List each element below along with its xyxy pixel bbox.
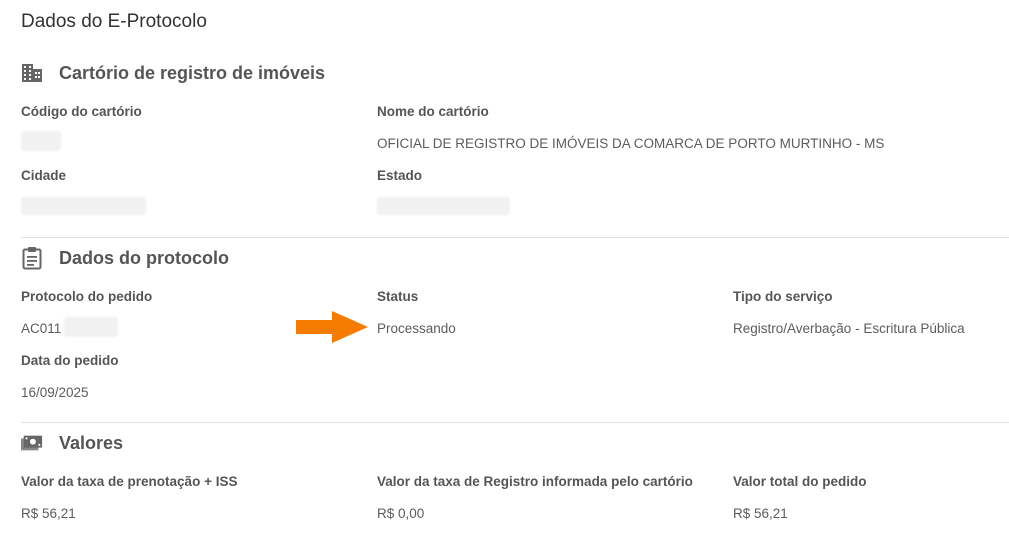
section-title-valores: Valores	[59, 432, 124, 453]
page-title: Dados do E-Protocolo	[21, 11, 207, 32]
building-icon	[21, 62, 43, 84]
tipo-servico-value: Registro/Averbação - Escritura Pública	[733, 321, 965, 336]
protocolo-pedido-label: Protocolo do pedido	[21, 289, 153, 304]
money-icon	[21, 432, 43, 454]
section-header-protocolo: Dados do protocolo	[21, 247, 229, 270]
estado-redacted	[377, 197, 510, 215]
taxa-prenotacao-label: Valor da taxa de prenotação + ISS	[21, 474, 238, 489]
data-pedido-label: Data do pedido	[21, 353, 119, 368]
valor-total-value: R$ 56,21	[733, 506, 788, 521]
estado-label: Estado	[377, 168, 423, 183]
cidade-label: Cidade	[21, 168, 67, 183]
taxa-registro-value: R$ 0,00	[377, 506, 425, 521]
cidade-redacted	[21, 197, 146, 215]
nome-cartorio-label: Nome do cartório	[377, 104, 489, 119]
clipboard-icon	[21, 247, 43, 270]
section-title-cartorio: Cartório de registro de imóveis	[59, 62, 326, 83]
protocolo-pedido-value: AC011	[21, 321, 62, 336]
protocolo-pedido-redacted	[64, 317, 118, 337]
taxa-registro-label: Valor da taxa de Registro informada pelo…	[377, 474, 693, 489]
status-label: Status	[377, 289, 419, 304]
codigo-cartorio-label: Código do cartório	[21, 104, 142, 119]
valor-total-label: Valor total do pedido	[733, 474, 867, 489]
arrow-right-icon	[296, 311, 368, 343]
section-header-cartorio: Cartório de registro de imóveis	[21, 62, 325, 84]
tipo-servico-label: Tipo do serviço	[733, 289, 833, 304]
data-pedido-value: 16/09/2025	[21, 385, 89, 400]
codigo-cartorio-redacted	[21, 131, 61, 151]
section-header-valores: Valores	[21, 432, 123, 454]
status-value: Processando	[377, 321, 456, 336]
divider	[21, 237, 1009, 238]
section-title-protocolo: Dados do protocolo	[59, 247, 229, 268]
taxa-prenotacao-value: R$ 56,21	[21, 506, 76, 521]
divider	[21, 422, 1009, 423]
nome-cartorio-value: OFICIAL DE REGISTRO DE IMÓVEIS DA COMARC…	[377, 136, 885, 151]
